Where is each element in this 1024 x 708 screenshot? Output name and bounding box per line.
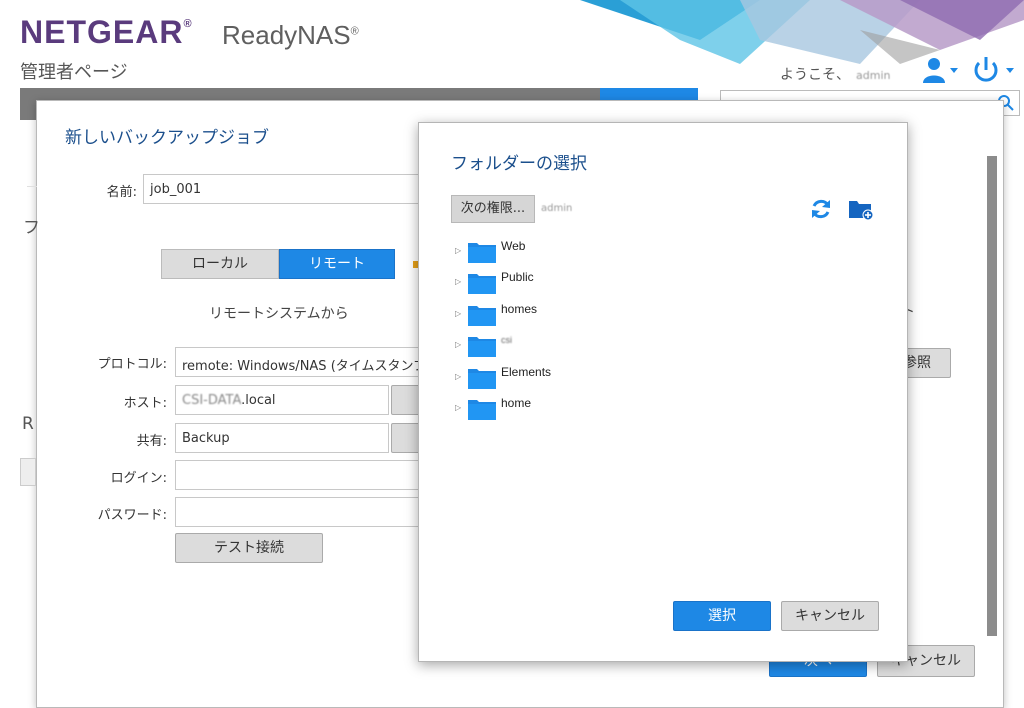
expand-arrow-icon[interactable]: ▷ [455,340,461,349]
expand-arrow-icon[interactable]: ▷ [455,277,461,286]
welcome-username: admin [856,69,891,82]
folder-name: csi [501,335,512,346]
folder-tree-item[interactable]: ▷ homes [455,298,755,329]
folder-icon [468,243,496,263]
folder-dialog-title: フォルダーの選択 [451,154,587,174]
refresh-icon[interactable] [809,197,833,221]
folder-icon [468,399,496,420]
folder-tree-item[interactable]: ▷ Public [455,266,755,297]
name-label: 名前: [106,185,137,200]
host-field[interactable]: CSI-DATA.local [175,385,389,415]
expand-arrow-icon[interactable]: ▷ [455,372,461,381]
test-connection-button[interactable]: テスト接続 [175,533,323,563]
dialog-scrollbar[interactable] [987,156,997,636]
local-toggle-button[interactable]: ローカル [161,249,279,279]
login-label: ログイン: [110,471,167,486]
admin-page-title: 管理者ページ [20,62,128,83]
folder-tree-item[interactable]: ▷ Elements [455,361,755,392]
share-browse-button[interactable] [391,423,421,453]
protocol-label: プロトコル: [97,357,167,372]
permission-username: admin [541,203,573,214]
folder-name: Public [501,270,534,285]
folder-icon [468,274,496,295]
login-field[interactable] [175,460,421,490]
page-fragment-f: フ [23,218,40,238]
folder-name: home [501,395,532,410]
folder-name: homes [501,301,538,316]
expand-arrow-icon[interactable]: ▷ [455,246,461,255]
share-label: 共有: [136,434,167,449]
folder-icon [468,368,496,389]
page-fragment-button [20,458,36,486]
folder-tree-item[interactable]: ▷ home [455,392,755,423]
folder-selection-dialog: フォルダーの選択 次の権限... admin ▷ Web ▷ Public ▷ homes… [418,122,908,662]
product-name: ReadyNAS® [222,20,359,50]
folder-tree-item[interactable]: ▷ Web [455,235,755,266]
power-menu-icon[interactable] [970,56,1018,84]
host-browse-button[interactable] [391,385,421,415]
from-remote-label: リモートシステムから [209,306,349,322]
host-label: ホスト: [123,396,167,411]
share-field[interactable]: Backup [175,423,389,453]
password-field[interactable] [175,497,421,527]
folder-name: Elements [501,364,552,379]
user-menu-icon[interactable] [920,56,960,84]
folder-tree-item[interactable]: ▷ csi [455,329,755,360]
expand-arrow-icon[interactable]: ▷ [455,403,461,412]
remote-toggle-button[interactable]: リモート [279,249,395,279]
password-label: パスワード: [97,508,167,523]
netgear-logo: NETGEAR® [20,14,193,50]
dialog-title: 新しいバックアップジョブ [65,128,269,148]
folder-name: Web [501,239,526,253]
header-banner-graphic [580,0,1024,64]
next-permission-button[interactable]: 次の権限... [451,195,535,223]
select-button[interactable]: 選択 [673,601,771,631]
job-name-field[interactable]: job_001 [143,174,421,204]
welcome-text: ようこそ、 admin [780,67,891,83]
folder-tree: ▷ Web ▷ Public ▷ homes ▷ csi ▷ Elements ▷ home [455,235,755,423]
new-folder-icon[interactable] [847,197,875,221]
expand-arrow-icon[interactable]: ▷ [455,309,461,318]
folder-cancel-button[interactable]: キャンセル [781,601,879,631]
page-fragment-r: R [22,414,34,434]
protocol-select[interactable]: remote: Windows/NAS (タイムスタンプ [175,347,421,377]
folder-icon [468,305,496,326]
folder-icon [468,337,496,358]
